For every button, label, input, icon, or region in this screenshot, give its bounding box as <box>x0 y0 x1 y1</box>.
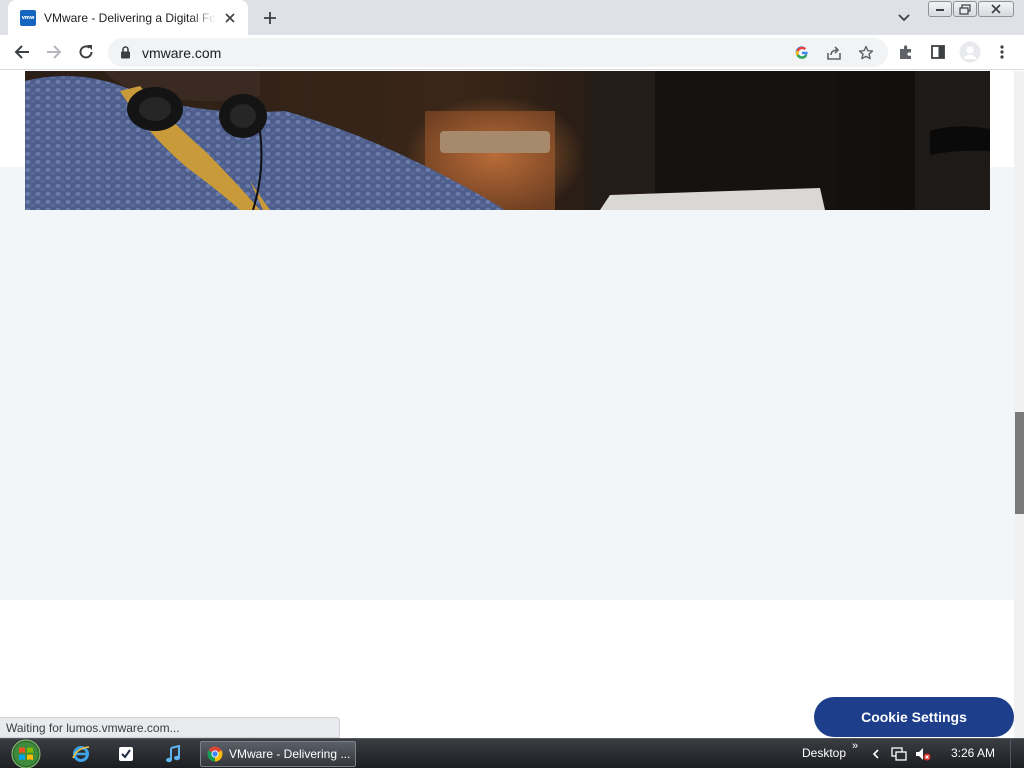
show-desktop-button[interactable] <box>1010 739 1024 768</box>
desktop-toolbar-label[interactable]: Desktop <box>802 746 846 760</box>
url-text: vmware.com <box>142 45 222 61</box>
google-icon[interactable] <box>792 43 812 63</box>
avatar-icon <box>959 41 981 63</box>
reload-icon <box>79 45 93 59</box>
share-icon[interactable] <box>824 43 844 63</box>
content-section <box>0 167 1014 600</box>
address-bar[interactable]: vmware.com <box>108 38 888 67</box>
tab-title: VMware - Delivering a Digital Foundation <box>44 10 216 25</box>
start-button[interactable] <box>8 739 44 768</box>
close-icon[interactable] <box>222 10 238 26</box>
windows-orb-icon <box>11 739 41 768</box>
side-panel-icon <box>931 45 945 59</box>
tab-vmware[interactable]: vmw VMware - Delivering a Digital Founda… <box>8 0 248 35</box>
arrow-left-icon <box>14 45 29 59</box>
tab-strip: vmw VMware - Delivering a Digital Founda… <box>0 0 1024 35</box>
restore-button[interactable] <box>953 1 977 17</box>
kebab-menu-icon <box>1000 45 1004 59</box>
chrome-icon <box>207 746 223 762</box>
reload-button[interactable] <box>74 40 98 64</box>
taskbar-clock[interactable]: 3:26 AM <box>951 746 995 760</box>
minimize-icon <box>936 9 944 11</box>
minimize-button[interactable] <box>928 1 952 17</box>
task-checkbox-icon[interactable] <box>116 744 136 764</box>
cookie-settings-button[interactable]: Cookie Settings <box>814 697 1014 737</box>
forward-button[interactable] <box>42 40 66 64</box>
page-viewport <box>0 71 1014 738</box>
browser-toolbar: vmware.com <box>0 35 1024 70</box>
internet-explorer-icon[interactable] <box>71 744 91 764</box>
window-close-button[interactable] <box>978 1 1014 17</box>
arrow-right-icon <box>47 45 62 59</box>
menu-button[interactable] <box>990 40 1014 64</box>
toolbar-overflow-chevron[interactable]: » <box>852 740 858 752</box>
volume-muted-icon[interactable] <box>915 746 931 762</box>
network-icon[interactable] <box>891 746 907 762</box>
page-scrollbar-track[interactable] <box>1014 71 1024 738</box>
back-button[interactable] <box>10 40 34 64</box>
chevron-down-icon <box>898 14 910 22</box>
music-note-icon[interactable] <box>163 744 183 764</box>
extensions-button[interactable] <box>894 40 918 64</box>
show-hidden-icons-icon[interactable] <box>868 746 884 762</box>
taskbar-chrome-label: VMware - Delivering ... <box>229 747 351 761</box>
new-tab-button[interactable] <box>259 7 281 29</box>
vmware-favicon-icon: vmw <box>20 9 36 26</box>
puzzle-icon <box>900 45 911 59</box>
taskbar: VMware - Delivering ... Desktop » 3:26 A… <box>0 738 1024 768</box>
status-bubble: Waiting for lumos.vmware.com... <box>0 717 340 738</box>
tab-search-button[interactable] <box>893 8 915 28</box>
restore-icon <box>959 3 971 15</box>
screen: vmw VMware - Delivering a Digital Founda… <box>0 0 1024 768</box>
window-close-icon <box>991 4 1001 14</box>
hero-image <box>25 71 990 210</box>
bookmark-star-icon[interactable] <box>856 43 876 63</box>
profile-button[interactable] <box>958 40 982 64</box>
plus-icon <box>264 12 276 24</box>
taskbar-chrome-button[interactable]: VMware - Delivering ... <box>200 741 356 767</box>
page-scrollbar-thumb[interactable] <box>1015 412 1024 514</box>
side-panel-button[interactable] <box>926 40 950 64</box>
lock-icon[interactable] <box>120 46 131 64</box>
